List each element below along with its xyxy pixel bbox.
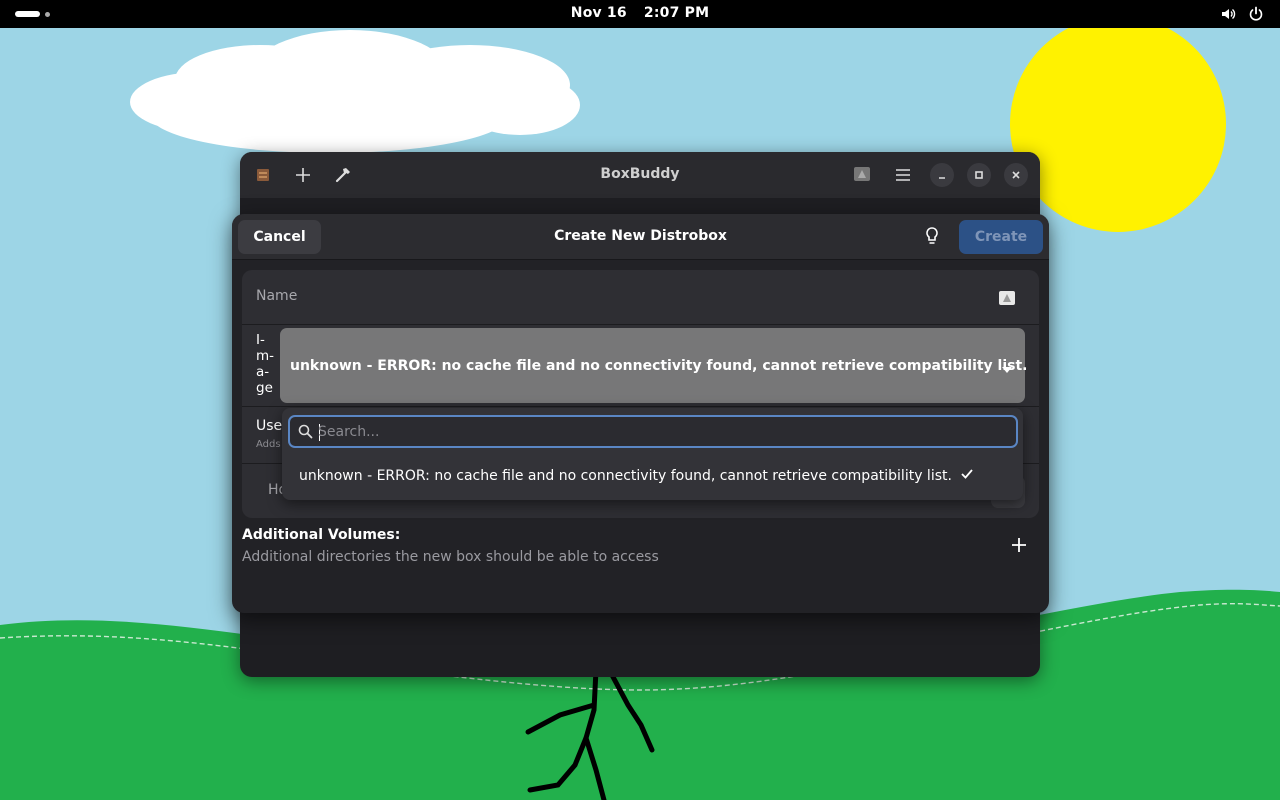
checkmark-icon bbox=[960, 468, 974, 484]
dropdown-option[interactable]: unknown - ERROR: no cache file and no co… bbox=[299, 468, 974, 484]
boxbuddy-header-bar: BoxBuddy bbox=[240, 152, 1040, 198]
dialog-header: Cancel Create New Distrobox Create bbox=[232, 214, 1049, 260]
clock-date: Nov 16 bbox=[570, 5, 627, 21]
create-button[interactable]: Create bbox=[959, 220, 1043, 254]
search-input[interactable] bbox=[318, 422, 1008, 442]
app-title: BoxBuddy bbox=[600, 166, 680, 182]
minimize-icon[interactable] bbox=[930, 163, 954, 187]
close-icon[interactable] bbox=[1004, 163, 1028, 187]
clock-time: 2:07 PM bbox=[643, 5, 710, 21]
search-icon bbox=[298, 424, 313, 443]
maximize-icon[interactable] bbox=[967, 163, 991, 187]
add-volume-button[interactable] bbox=[1011, 537, 1027, 557]
system-tray[interactable] bbox=[1220, 6, 1264, 26]
power-icon[interactable] bbox=[1248, 6, 1264, 26]
emoji-icon[interactable] bbox=[854, 167, 870, 181]
lightbulb-icon[interactable] bbox=[924, 226, 940, 250]
name-row[interactable]: Name bbox=[242, 270, 1039, 325]
search-field[interactable] bbox=[288, 415, 1018, 448]
image-row: I-m-a-ge unknown - ERROR: no cache file … bbox=[242, 325, 1039, 407]
chevron-down-icon bbox=[1001, 362, 1013, 378]
additional-volumes-subtitle: Additional directories the new box shoul… bbox=[242, 549, 659, 565]
emoji-picker-icon[interactable] bbox=[999, 290, 1015, 309]
dropdown-option-label: unknown - ERROR: no cache file and no co… bbox=[299, 468, 952, 484]
image-label: I-m-a-ge bbox=[256, 332, 275, 396]
volume-icon[interactable] bbox=[1220, 6, 1236, 26]
image-dropdown-value: unknown - ERROR: no cache file and no co… bbox=[290, 357, 1028, 374]
system-top-bar: Nov 16 2:07 PM bbox=[0, 0, 1280, 28]
menu-icon[interactable] bbox=[893, 165, 913, 185]
image-dropdown-popover: unknown - ERROR: no cache file and no co… bbox=[282, 408, 1023, 500]
sun bbox=[1010, 16, 1226, 232]
clock[interactable]: Nov 16 2:07 PM bbox=[0, 5, 1280, 21]
additional-volumes-title: Additional Volumes: bbox=[242, 527, 401, 543]
name-field[interactable]: Name bbox=[256, 288, 297, 304]
image-dropdown[interactable]: unknown - ERROR: no cache file and no co… bbox=[280, 328, 1028, 403]
